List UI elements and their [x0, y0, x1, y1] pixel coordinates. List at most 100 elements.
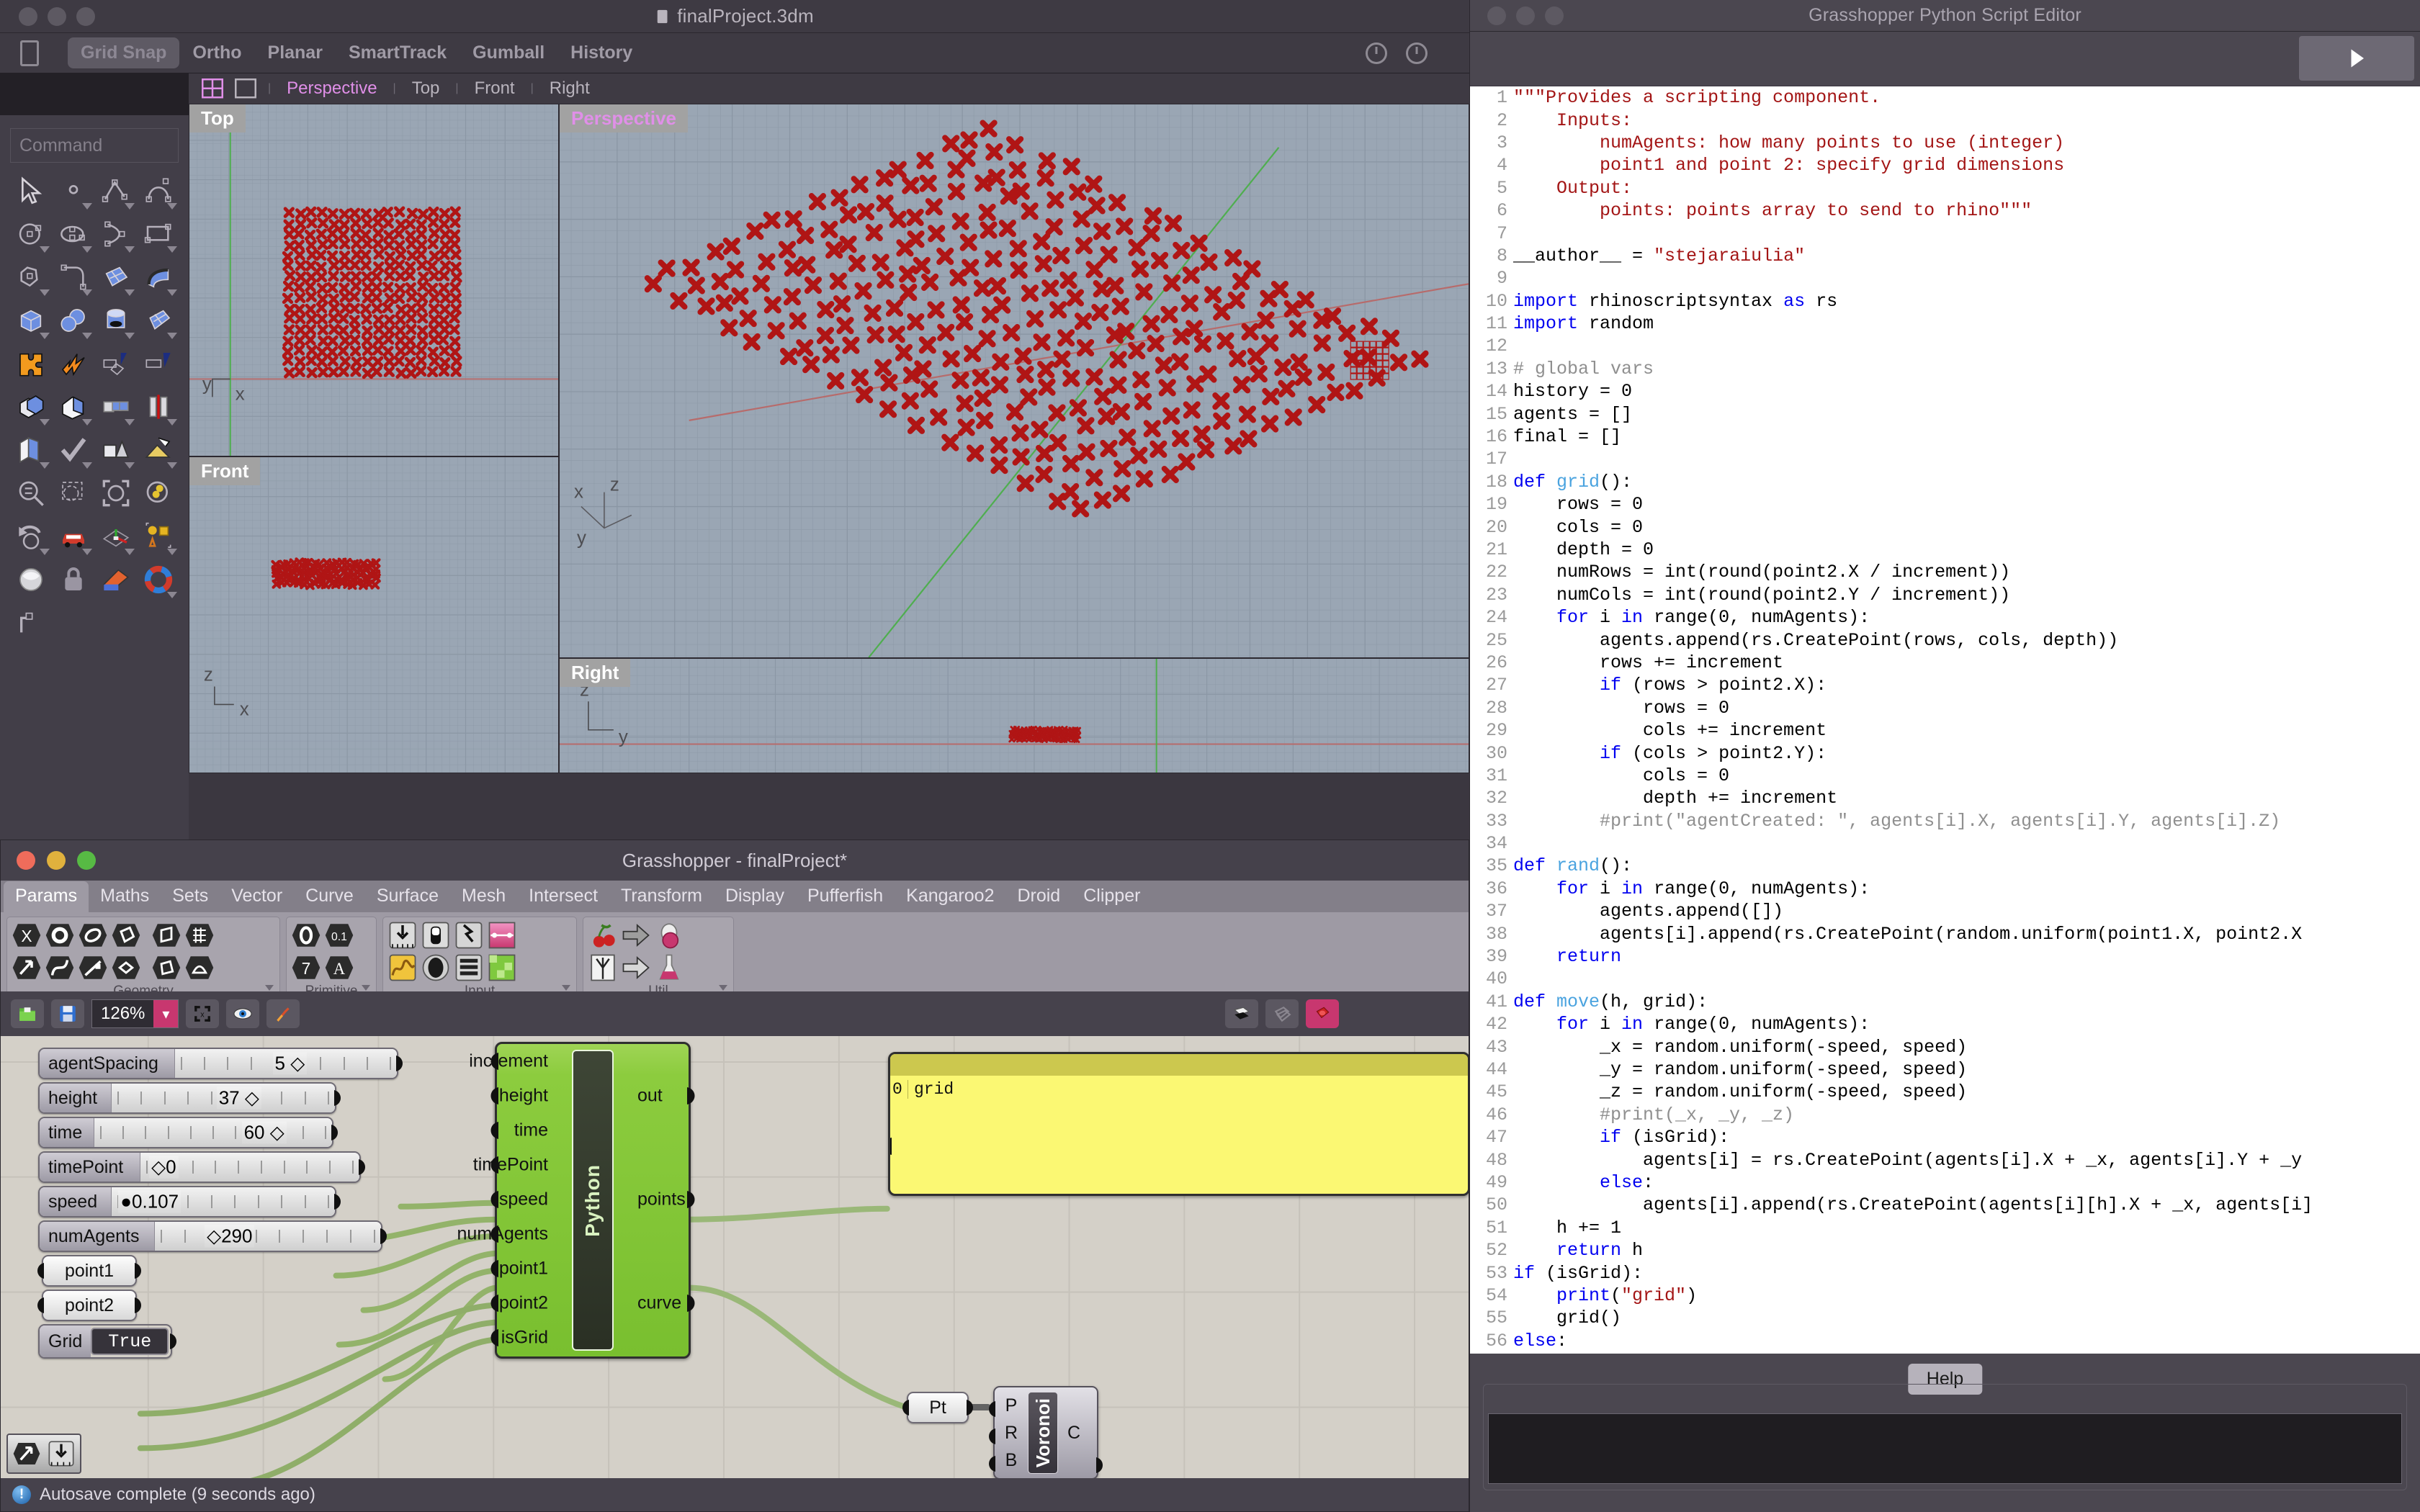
python-input-timePoint[interactable]: timePoint — [473, 1155, 548, 1176]
input-port[interactable] — [487, 1295, 498, 1312]
pyramid-hand-icon[interactable] — [138, 431, 179, 469]
viewport-front[interactable]: z x Front — [189, 456, 559, 773]
filter-icon[interactable] — [1406, 42, 1428, 64]
input-port[interactable] — [985, 1401, 995, 1417]
timer-blob-icon[interactable] — [654, 920, 684, 950]
slider-track[interactable]: ◇290 — [155, 1222, 381, 1251]
gh-tab-kangaroo2[interactable]: Kangaroo2 — [895, 881, 1005, 912]
output-port[interactable] — [359, 1159, 369, 1175]
curve-icon[interactable] — [138, 171, 179, 210]
number-slider-icon[interactable] — [387, 920, 418, 950]
code-line[interactable]: 13 # global vars — [1470, 358, 2420, 380]
python-input-height[interactable]: height — [499, 1086, 548, 1107]
tab-right[interactable]: Right — [534, 78, 606, 99]
python-input-time[interactable]: time — [514, 1120, 548, 1141]
snap-gumball[interactable]: Gumball — [460, 37, 557, 68]
code-line[interactable]: 10 import rhinoscriptsyntax as rs — [1470, 290, 2420, 312]
bake-icon[interactable] — [266, 999, 300, 1028]
cylinder-icon[interactable] — [95, 301, 136, 340]
output-port[interactable] — [170, 1333, 180, 1349]
zoom-level-control[interactable]: 126% ▾ — [91, 999, 179, 1028]
gh-tab-intersect[interactable]: Intersect — [517, 881, 609, 912]
gh-tab-sets[interactable]: Sets — [161, 881, 220, 912]
code-line[interactable]: 42 for i in range(0, numAgents): — [1470, 1013, 2420, 1035]
wireframe-preview-icon[interactable] — [1265, 999, 1299, 1028]
explode-icon[interactable] — [53, 344, 94, 383]
mirror-icon[interactable] — [138, 387, 179, 426]
param-node-point2[interactable]: point2 — [37, 1290, 141, 1321]
python-input-point1[interactable]: point1 — [499, 1259, 548, 1279]
param-surface-icon[interactable] — [78, 920, 108, 950]
viewport-perspective[interactable]: x y z Perspective — [559, 104, 1469, 658]
chevron-down-icon[interactable]: ▾ — [153, 1000, 179, 1027]
code-line[interactable]: 46 #print(_x, _y, _z) — [1470, 1104, 2420, 1126]
code-line[interactable]: 44 _y = random.uniform(-speed, speed) — [1470, 1058, 2420, 1081]
code-line[interactable]: 51 h += 1 — [1470, 1217, 2420, 1239]
param-line-icon[interactable] — [78, 953, 108, 983]
input-port[interactable] — [487, 1053, 498, 1070]
code-line[interactable]: 26 rows += increment — [1470, 652, 2420, 674]
gh-floating-mini-toolbar[interactable] — [6, 1434, 81, 1474]
zoom-extents-icon[interactable]: x — [186, 999, 220, 1028]
trim-icon[interactable] — [95, 344, 136, 383]
code-line[interactable]: 18 def grid(): — [1470, 471, 2420, 493]
python-input-numAgents[interactable]: numAgents — [457, 1224, 548, 1245]
gh-tab-surface[interactable]: Surface — [365, 881, 450, 912]
output-port[interactable] — [334, 1090, 344, 1106]
mesh-plane-icon[interactable] — [138, 301, 179, 340]
code-line[interactable]: 21 depth = 0 — [1470, 539, 2420, 561]
gh-tab-transform[interactable]: Transform — [609, 881, 714, 912]
boolean-difference-icon[interactable] — [53, 387, 94, 426]
sphere-icon[interactable] — [53, 301, 94, 340]
code-line[interactable]: 48 agents[i] = rs.CreatePoint(agents[i].… — [1470, 1148, 2420, 1171]
point-icon[interactable] — [53, 171, 94, 210]
slider-grip-diamond-icon[interactable]: ◇ — [207, 1225, 221, 1247]
code-line[interactable]: 11 import random — [1470, 312, 2420, 335]
voronoi-output-C[interactable]: C — [1067, 1423, 1080, 1444]
slider-height[interactable]: height 37 ◇ — [38, 1082, 341, 1114]
arc-icon[interactable] — [95, 215, 136, 253]
input-port[interactable] — [899, 1400, 909, 1416]
set-cplane-icon[interactable] — [95, 517, 136, 556]
python-output-out[interactable]: out — [637, 1086, 663, 1107]
gh-tab-params[interactable]: Params — [4, 881, 89, 912]
render-preview-icon[interactable] — [10, 560, 51, 599]
code-line[interactable]: 25 agents.append(rs.CreatePoint(rows, co… — [1470, 629, 2420, 651]
slider-timePoint[interactable]: timePoint ◇0 — [38, 1151, 365, 1183]
output-port[interactable] — [334, 1194, 344, 1210]
output-port[interactable] — [135, 1263, 145, 1279]
graph-mapper-icon[interactable] — [387, 953, 418, 983]
snap-planar[interactable]: Planar — [255, 37, 336, 68]
gh-tab-maths[interactable]: Maths — [89, 881, 161, 912]
viewport-top[interactable]: y x Top — [189, 104, 559, 456]
code-line[interactable]: 4 point1 and point 2: specify grid dimen… — [1470, 154, 2420, 176]
panel-list-icon[interactable] — [454, 953, 484, 983]
python-input-increment[interactable]: increment — [469, 1051, 548, 1072]
input-port[interactable] — [985, 1428, 995, 1444]
record-icon[interactable] — [1306, 999, 1339, 1028]
voronoi-component[interactable]: P R B Voronoi C — [989, 1386, 1103, 1478]
open-folder-icon[interactable] — [11, 999, 44, 1028]
code-line[interactable]: 15 agents = [] — [1470, 402, 2420, 425]
code-editor[interactable]: 1 """Provides a scripting component. 2 Inp… — [1470, 86, 2420, 1354]
code-line[interactable]: 17 — [1470, 448, 2420, 470]
slider-grip-diamond-icon[interactable]: ◇ — [285, 1053, 305, 1074]
input-port[interactable] — [487, 1191, 498, 1208]
code-line[interactable]: 53 if (isGrid): — [1470, 1261, 2420, 1284]
gradient-icon[interactable] — [487, 920, 517, 950]
code-line[interactable]: 34 — [1470, 832, 2420, 855]
param-point-icon[interactable] — [45, 920, 75, 950]
snap-history[interactable]: History — [557, 37, 645, 68]
record-history-icon[interactable] — [1366, 42, 1387, 64]
help-output-area[interactable] — [1488, 1413, 2402, 1484]
code-line[interactable]: 12 — [1470, 335, 2420, 357]
voronoi-input-B[interactable]: B — [1005, 1450, 1018, 1471]
boolean-toggle-icon[interactable] — [421, 920, 451, 950]
walkabout-icon[interactable] — [53, 517, 94, 556]
code-line[interactable]: 56 else: — [1470, 1329, 2420, 1351]
code-line[interactable]: 39 return — [1470, 945, 2420, 968]
code-line[interactable]: 23 numCols = int(round(point2.Y / increm… — [1470, 584, 2420, 606]
slider-track[interactable]: 37 ◇ — [112, 1084, 335, 1112]
python-output-points[interactable]: points — [637, 1189, 686, 1210]
circle-icon[interactable] — [10, 215, 51, 253]
